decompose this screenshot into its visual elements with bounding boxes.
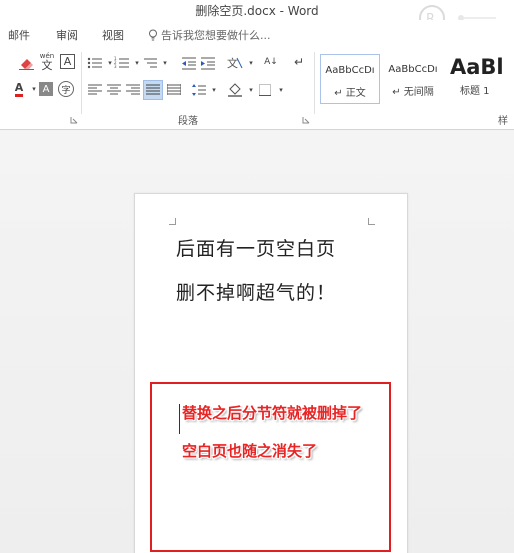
style-heading-1[interactable]: AaBl 标题 1 bbox=[446, 54, 514, 104]
style-name: ↵ 无间隔 bbox=[392, 87, 434, 98]
tab-mail[interactable]: 邮件 bbox=[8, 27, 30, 43]
sort-button[interactable]: A↓ bbox=[262, 53, 280, 71]
svg-text:文: 文 bbox=[227, 56, 238, 70]
align-center-icon[interactable] bbox=[105, 81, 123, 99]
phonetic-guide-button[interactable]: wén 文 bbox=[38, 52, 56, 72]
paragraph-group-label: 段落 bbox=[178, 116, 198, 127]
style-name: 标题 1 bbox=[460, 86, 490, 97]
align-right-icon[interactable] bbox=[124, 81, 142, 99]
char-border-button[interactable]: A bbox=[60, 54, 75, 69]
decrease-indent-icon[interactable] bbox=[180, 54, 198, 72]
lightbulb-icon bbox=[149, 29, 157, 41]
ribbon-home: wén 文 A A ▾ A 字 ▾ 123 ▾ ▾ 文 ▾ A↓ ↵ ▾ ▾ ▾… bbox=[0, 46, 514, 130]
show-marks-button[interactable]: ↵ bbox=[290, 53, 308, 71]
title-bar: 删除空页.docx - Word R bbox=[0, 0, 514, 31]
document-line[interactable]: 删不掉啊超气的！ bbox=[176, 278, 336, 305]
dialog-launcher-icon[interactable] bbox=[70, 116, 78, 124]
svg-text:3: 3 bbox=[114, 64, 117, 69]
justify-icon[interactable] bbox=[143, 80, 163, 100]
callout-line: 空白页也随之消失了 bbox=[182, 442, 318, 460]
text-cursor bbox=[179, 404, 180, 434]
group-separator bbox=[314, 52, 315, 114]
callout-line: 替换之后分节符就被删掉了 bbox=[182, 404, 363, 422]
chevron-down-icon[interactable]: ▾ bbox=[242, 54, 260, 72]
margin-corner-mark bbox=[169, 218, 176, 225]
styles-group-label: 样 bbox=[498, 116, 508, 127]
ribbon-tabs: 邮件 审阅 视图 告诉我您想要做什么... bbox=[0, 20, 514, 46]
tell-me-box[interactable]: 告诉我您想要做什么... bbox=[148, 27, 271, 43]
style-normal[interactable]: AaBbCcDı ↵ 正文 bbox=[320, 54, 380, 104]
margin-corner-mark bbox=[368, 218, 375, 225]
enclose-char-button[interactable]: 字 bbox=[58, 81, 74, 97]
group-separator bbox=[81, 52, 82, 114]
chevron-down-icon[interactable]: ▾ bbox=[272, 81, 290, 99]
char-shading-button[interactable]: A bbox=[39, 82, 53, 96]
annotation-callout: 替换之后分节符就被删掉了 空白页也随之消失了 bbox=[150, 382, 391, 552]
chevron-down-icon[interactable]: ▾ bbox=[156, 54, 174, 72]
style-sample: AaBl bbox=[450, 55, 504, 79]
style-sample: AaBbCcDı bbox=[388, 64, 438, 75]
align-left-icon[interactable] bbox=[86, 81, 104, 99]
tab-view[interactable]: 视图 bbox=[102, 27, 124, 43]
tell-me-placeholder: 告诉我您想要做什么... bbox=[161, 29, 271, 42]
tab-review[interactable]: 审阅 bbox=[56, 27, 78, 43]
increase-indent-icon[interactable] bbox=[199, 54, 217, 72]
style-no-spacing[interactable]: AaBbCcDı ↵ 无间隔 bbox=[383, 54, 443, 104]
chevron-down-icon[interactable]: ▾ bbox=[205, 81, 223, 99]
dialog-launcher-icon[interactable] bbox=[302, 116, 310, 124]
style-sample: AaBbCcDı bbox=[325, 65, 375, 76]
font-color-label: A bbox=[14, 81, 24, 97]
style-name: ↵ 正文 bbox=[334, 88, 366, 99]
clear-format-icon[interactable] bbox=[18, 54, 36, 72]
phonetic-char: 文 bbox=[41, 59, 53, 72]
document-line[interactable]: 后面有一页空白页 bbox=[176, 234, 336, 261]
distributed-icon[interactable] bbox=[165, 81, 183, 99]
